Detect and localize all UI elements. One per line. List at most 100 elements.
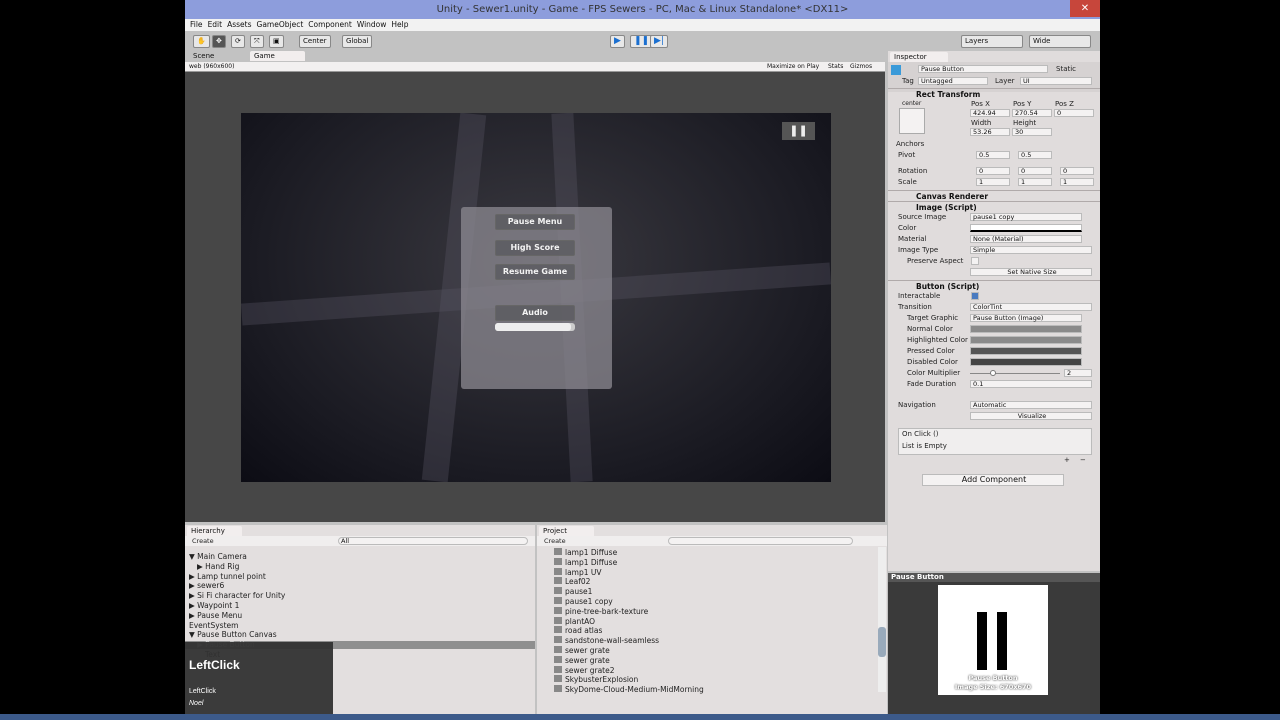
project-asset-item[interactable]: SkybusterExplosion xyxy=(554,675,638,684)
stats-toggle[interactable]: Stats xyxy=(828,62,843,72)
object-name-field[interactable]: Pause Button xyxy=(918,65,1048,73)
rotation-z-field[interactable]: 0 xyxy=(1060,167,1094,175)
color-field[interactable] xyxy=(970,224,1082,232)
hierarchy-item[interactable]: ▶ Si Fi character for Unity xyxy=(189,591,285,600)
move-tool-icon[interactable]: ✥ xyxy=(212,35,226,48)
anchor-presets-button[interactable] xyxy=(899,108,925,134)
project-asset-item[interactable]: lamp1 UV xyxy=(554,567,602,577)
project-asset-item[interactable]: sewer grate2 xyxy=(554,665,615,675)
project-asset-item[interactable]: sewer grate xyxy=(554,646,610,655)
pos-x-field[interactable]: 424.94 xyxy=(970,109,1010,117)
resume-game-button[interactable]: Resume Game xyxy=(495,264,575,280)
anchors-foldout[interactable]: Anchors xyxy=(896,140,924,148)
slider-thumb[interactable] xyxy=(990,370,996,376)
hand-tool-icon[interactable]: ✋ xyxy=(193,35,210,48)
width-field[interactable]: 53.26 xyxy=(970,128,1010,136)
hierarchy-item[interactable]: ▼ Pause Button Canvas xyxy=(189,630,277,639)
hierarchy-item[interactable]: ▶ Waypoint 1 xyxy=(189,601,239,610)
project-asset-item[interactable]: pause1 xyxy=(554,587,592,596)
game-scene[interactable]: ❚❚ Pause Menu High Score Resume Game Aud… xyxy=(241,113,831,482)
hierarchy-item[interactable]: ▶ Hand Rig xyxy=(197,562,239,571)
project-asset-item[interactable]: Leaf02 xyxy=(554,577,590,586)
scale-y-field[interactable]: 1 xyxy=(1018,178,1052,186)
highlighted-color-field[interactable] xyxy=(970,336,1082,344)
step-button[interactable]: ▶| xyxy=(650,35,668,48)
project-asset-item[interactable]: sandstone-wall-seamless xyxy=(554,636,659,645)
pivot-center-button[interactable]: Center xyxy=(299,35,331,48)
high-score-button[interactable]: High Score xyxy=(495,240,575,256)
resolution-dropdown[interactable]: web (960x600) xyxy=(189,62,234,72)
rotate-tool-icon[interactable]: ⟳ xyxy=(231,35,245,48)
create-dropdown[interactable]: Create xyxy=(192,537,214,545)
button-script-header[interactable]: Button (Script) xyxy=(888,280,1100,291)
pivot-global-button[interactable]: Global xyxy=(342,35,373,48)
rect-transform-header[interactable]: Rect Transform xyxy=(888,88,1100,99)
source-image-field[interactable]: pause1 copy xyxy=(970,213,1082,221)
image-type-dropdown[interactable]: Simple xyxy=(970,246,1092,254)
project-asset-item[interactable]: lamp1 Diffuse xyxy=(554,557,617,567)
create-dropdown[interactable]: Create xyxy=(544,537,566,545)
menu-component[interactable]: Component xyxy=(308,20,352,29)
project-asset-item[interactable]: lamp1 Diffuse xyxy=(554,548,617,557)
audio-button[interactable]: Audio xyxy=(495,305,575,321)
close-button[interactable]: ✕ xyxy=(1070,0,1100,17)
rect-tool-icon[interactable]: ▣ xyxy=(269,35,284,48)
tab-game[interactable]: Game xyxy=(250,51,305,61)
scale-z-field[interactable]: 1 xyxy=(1060,178,1094,186)
rotation-y-field[interactable]: 0 xyxy=(1018,167,1052,175)
static-checkbox[interactable]: Static xyxy=(1056,65,1076,73)
hierarchy-item[interactable]: EventSystem xyxy=(189,621,238,630)
pos-y-field[interactable]: 270.54 xyxy=(1012,109,1052,117)
image-script-header[interactable]: Image (Script) xyxy=(888,201,1100,212)
target-graphic-field[interactable]: Pause Button (Image) xyxy=(970,314,1082,322)
tab-hierarchy[interactable]: Hierarchy xyxy=(187,526,242,536)
project-asset-item[interactable]: pine-tree-bark-texture xyxy=(554,606,648,616)
scale-x-field[interactable]: 1 xyxy=(976,178,1010,186)
height-field[interactable]: 30 xyxy=(1012,128,1052,136)
hierarchy-search-input[interactable]: All xyxy=(338,537,528,545)
set-native-size-button[interactable]: Set Native Size xyxy=(970,268,1092,276)
project-asset-item[interactable]: road atlas xyxy=(554,626,602,635)
remove-event-button[interactable]: − xyxy=(1080,456,1086,464)
menu-help[interactable]: Help xyxy=(391,20,408,29)
pause-menu-button[interactable]: Pause Menu xyxy=(495,214,575,230)
menu-assets[interactable]: Assets xyxy=(227,20,251,29)
layout-dropdown[interactable]: Wide xyxy=(1029,35,1091,48)
color-multiplier-field[interactable]: 2 xyxy=(1064,369,1092,377)
preserve-aspect-checkbox[interactable] xyxy=(971,257,979,265)
project-asset-item[interactable]: sewer grate xyxy=(554,655,610,665)
layers-dropdown[interactable]: Layers xyxy=(961,35,1023,48)
add-component-button[interactable]: Add Component xyxy=(922,474,1064,486)
hierarchy-item[interactable]: ▶ Pause Menu xyxy=(189,611,242,620)
hierarchy-item[interactable]: ▶ Lamp tunnel point xyxy=(189,572,266,581)
tab-scene[interactable]: Scene xyxy=(189,51,218,61)
transition-dropdown[interactable]: ColorTint xyxy=(970,303,1092,311)
project-asset-item[interactable]: pause1 copy xyxy=(554,597,613,606)
color-multiplier-slider[interactable] xyxy=(970,373,1060,374)
pivot-x-field[interactable]: 0.5 xyxy=(976,151,1010,159)
rotation-x-field[interactable]: 0 xyxy=(976,167,1010,175)
project-scrollbar[interactable] xyxy=(878,547,886,692)
tab-project[interactable]: Project xyxy=(539,526,594,536)
project-asset-item[interactable]: plantAO xyxy=(554,616,595,626)
menu-gameobject[interactable]: GameObject xyxy=(257,20,304,29)
preview-header[interactable]: Pause Button xyxy=(888,573,1100,582)
menu-window[interactable]: Window xyxy=(357,20,387,29)
menu-edit[interactable]: Edit xyxy=(208,20,223,29)
scale-tool-icon[interactable]: ⤧ xyxy=(250,35,264,48)
navigation-dropdown[interactable]: Automatic xyxy=(970,401,1092,409)
pressed-color-field[interactable] xyxy=(970,347,1082,355)
visualize-button[interactable]: Visualize xyxy=(970,412,1092,420)
project-asset-item[interactable]: SkyDome-Cloud-Medium-MidMorning xyxy=(554,685,704,694)
canvas-renderer-header[interactable]: Canvas Renderer xyxy=(888,190,1100,201)
pivot-y-field[interactable]: 0.5 xyxy=(1018,151,1052,159)
game-view[interactable]: ❚❚ Pause Menu High Score Resume Game Aud… xyxy=(185,72,885,522)
pause-game-button[interactable]: ❚❚ xyxy=(782,122,815,140)
gizmos-dropdown[interactable]: Gizmos xyxy=(850,62,872,72)
hierarchy-item[interactable]: ▶ sewer6 xyxy=(189,581,224,590)
project-search-input[interactable] xyxy=(668,537,853,545)
pos-z-field[interactable]: 0 xyxy=(1054,109,1094,117)
add-event-button[interactable]: + xyxy=(1064,456,1070,464)
maximize-on-play-toggle[interactable]: Maximize on Play xyxy=(767,62,819,72)
material-field[interactable]: None (Material) xyxy=(970,235,1082,243)
